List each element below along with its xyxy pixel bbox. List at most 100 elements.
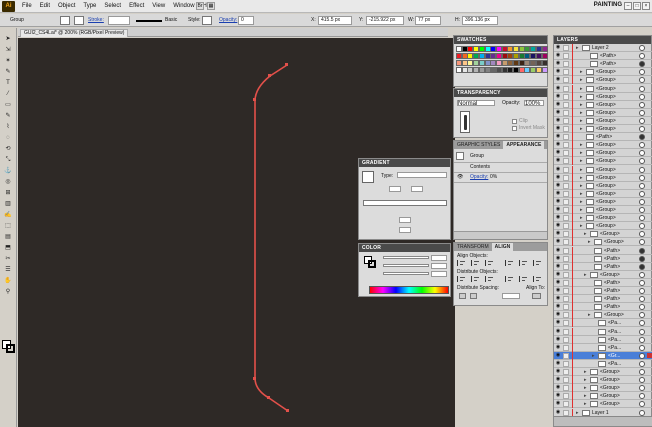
visibility-eye-icon[interactable]: ◉ [555,320,561,325]
gradient-opacity-field[interactable] [399,217,411,223]
expand-arrow-icon[interactable]: ▸ [588,238,591,246]
lock-toggle[interactable] [563,352,569,359]
distribute-option-icon[interactable] [533,276,541,282]
magic-wand-tool-icon[interactable]: ✶ [2,58,14,65]
target-circle-icon[interactable] [639,328,645,335]
lock-toggle[interactable] [563,336,569,343]
layer-row[interactable]: ◉ ▸ <Group> [554,400,652,409]
lock-toggle[interactable] [563,320,569,327]
align-option-icon[interactable] [471,260,479,266]
expand-arrow-icon[interactable]: ▸ [584,392,587,400]
expand-arrow-icon[interactable]: ▸ [580,157,583,165]
expand-arrow-icon[interactable]: ▸ [576,44,579,52]
anchor-point[interactable] [268,74,271,77]
lock-toggle[interactable] [563,85,569,92]
lock-toggle[interactable] [563,126,569,132]
expand-arrow-icon[interactable]: ▸ [580,109,583,117]
layer-row[interactable]: ◉ ▸ <Group> [554,108,652,117]
layer-row[interactable]: ◉ <Path> [554,133,652,142]
expand-arrow-icon[interactable]: ▸ [580,76,583,84]
expand-arrow-icon[interactable]: ▸ [580,222,583,230]
arrange-docs-icon[interactable]: ▦ [207,2,215,10]
anchor-point[interactable] [253,377,256,380]
menu-effect[interactable]: Effect [125,0,148,13]
layer-row[interactable]: ◉ ▸ <Group> [554,141,652,150]
color-slider-1[interactable] [383,256,429,259]
distribute-option-icon[interactable] [505,276,513,282]
layer-row[interactable]: ◉ ▸ <Group> [554,68,652,77]
column-graph-tool-icon[interactable]: ▤ [2,234,14,241]
expand-arrow-icon[interactable]: ▸ [580,166,583,174]
lock-toggle[interactable] [563,109,569,116]
layer-row[interactable]: ◉ ▸ <Group> [554,230,652,239]
distribute-option-icon[interactable] [519,276,527,282]
layer-row[interactable]: ◉ ▸ <Group> [554,165,652,174]
visibility-eye-icon[interactable]: ◉ [555,352,561,358]
x-field[interactable]: 415.5 px [318,16,352,25]
target-circle-icon[interactable] [639,174,645,181]
invert-mask-checkbox[interactable] [512,126,517,131]
target-circle-icon[interactable] [639,69,645,76]
visibility-eye-icon[interactable]: ◉ [555,126,561,131]
visibility-eye-icon[interactable]: ◉ [555,312,561,317]
lock-toggle[interactable] [563,215,569,222]
anchor-point[interactable] [286,409,289,412]
gradient-tool-icon[interactable]: ▥ [2,201,14,208]
document-tab[interactable]: GUI2_CS4Lai* @ 200% (RGB/Pixel Preview) [20,29,129,37]
blend-tool-icon[interactable]: ⬚ [2,223,14,230]
artboard-tool-icon[interactable]: ☰ [2,267,14,274]
expand-arrow-icon[interactable]: ▸ [584,400,587,408]
target-circle-icon[interactable] [639,117,645,124]
lock-toggle[interactable] [563,409,569,416]
target-circle-icon[interactable] [639,198,645,205]
expand-arrow-icon[interactable]: ▸ [580,141,583,149]
lock-toggle[interactable] [563,239,569,246]
color-slider-3[interactable] [383,272,429,275]
layer-row[interactable]: ◉ ▸ <Group> [554,238,652,247]
expand-arrow-icon[interactable]: ▸ [580,206,583,214]
paintbrush-tool-icon[interactable]: ✎ [2,113,14,120]
lock-toggle[interactable] [563,263,569,270]
target-circle-icon[interactable] [639,336,645,343]
target-circle-icon[interactable] [639,142,645,149]
align-to-icon[interactable] [532,293,541,299]
layer-row[interactable]: ◉ ▸ <Group> [554,222,652,231]
layer-row[interactable]: ◉ ▸ <Group> [554,173,652,182]
visibility-eye-icon[interactable]: ◉ [555,198,561,204]
lock-toggle[interactable] [563,223,569,230]
visibility-eye-icon[interactable]: ◉ [555,336,561,342]
visibility-eye-icon[interactable]: ◉ [555,377,561,382]
stroke-color-box[interactable] [6,344,15,353]
lock-toggle[interactable] [563,142,569,149]
lock-toggle[interactable] [563,117,569,124]
visibility-eye-icon[interactable]: ◉ [555,215,561,220]
tab-align[interactable]: ALIGN [491,243,514,251]
visibility-eye-icon[interactable]: ◉ [555,304,561,309]
visibility-eye-icon[interactable]: ◉ [555,263,561,269]
expand-arrow-icon[interactable]: ▸ [580,214,583,222]
visibility-eye-icon[interactable]: ◉ [555,271,561,277]
distribute-option-icon[interactable] [457,276,465,282]
target-circle-icon[interactable] [639,344,645,351]
lock-toggle[interactable] [563,166,569,173]
gradient-angle-field[interactable] [389,186,401,192]
target-circle-icon[interactable] [639,101,645,108]
layer-row[interactable]: ◉ ▸ <Group> [554,84,652,93]
lock-toggle[interactable] [563,288,569,294]
lock-toggle[interactable] [563,401,569,408]
layer-row[interactable]: ◉ <Pa... [554,335,652,344]
target-circle-icon[interactable] [639,231,645,238]
target-circle-icon[interactable] [639,190,645,197]
swatch[interactable] [541,60,548,66]
expand-arrow-icon[interactable]: ▸ [580,117,583,125]
transparency-opacity-field[interactable]: 100% [524,100,544,107]
expand-arrow-icon[interactable]: ▸ [580,68,583,76]
symbol-sprayer-tool-icon[interactable]: ◎ [2,179,14,186]
y-field[interactable]: -215.922 px [366,16,404,25]
lock-toggle[interactable] [563,377,569,384]
target-circle-icon[interactable] [639,158,645,165]
gradient-location-field[interactable] [399,227,411,233]
brush-definition-preview[interactable] [136,20,162,22]
align-option-icon[interactable] [457,260,465,266]
layer-row[interactable]: ◉ <Path> [554,287,652,295]
